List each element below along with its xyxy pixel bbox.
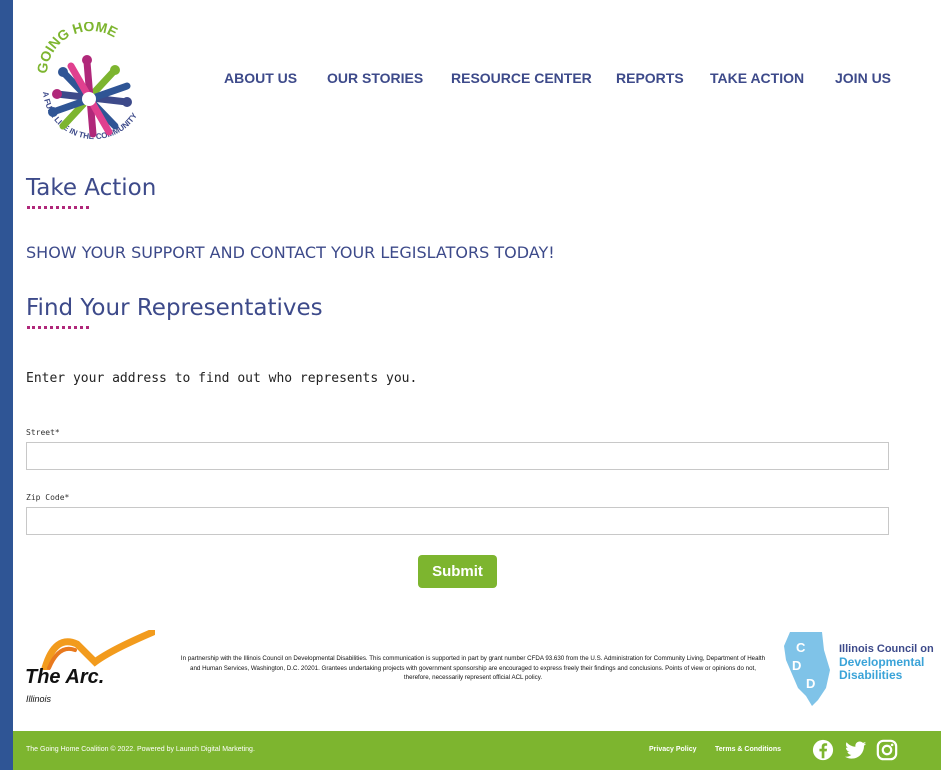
- nav-reports[interactable]: REPORTS: [616, 70, 684, 86]
- section-underline: [27, 326, 89, 329]
- arc-name: The Arc.: [25, 666, 105, 688]
- nav-our-stories[interactable]: OUR STORIES: [327, 70, 423, 86]
- privacy-policy-link[interactable]: Privacy Policy: [649, 746, 696, 753]
- twitter-icon[interactable]: [845, 739, 867, 761]
- page-subtitle: SHOW YOUR SUPPORT AND CONTACT YOUR LEGIS…: [26, 243, 555, 262]
- terms-link[interactable]: Terms & Conditions: [715, 746, 781, 753]
- nav-join-us[interactable]: JOIN US: [835, 70, 891, 86]
- zip-code-label: Zip Code*: [26, 493, 70, 502]
- nav-resource-center[interactable]: RESOURCE CENTER: [451, 70, 592, 86]
- arc-subtitle: Illinois: [26, 694, 52, 704]
- facebook-icon[interactable]: [812, 739, 834, 761]
- page-container: GOING HOME A FULL LIFE IN THE COMMUNITY …: [13, 0, 941, 770]
- illinois-map-icon: C D D: [784, 632, 830, 706]
- section-title: Find Your Representatives: [26, 295, 323, 321]
- logo-top-text: GOING HOME: [34, 22, 120, 74]
- street-label: Street*: [26, 428, 60, 437]
- zip-code-input[interactable]: [26, 507, 889, 535]
- icdd-letter-c: C: [796, 640, 806, 655]
- the-arc-logo[interactable]: The Arc. Illinois: [25, 630, 155, 710]
- street-input[interactable]: [26, 442, 889, 470]
- icdd-letter-d2: D: [806, 676, 815, 691]
- nav-take-action[interactable]: TAKE ACTION: [710, 70, 804, 86]
- title-underline: [27, 206, 89, 209]
- icdd-line-3: Disabilities: [839, 668, 903, 682]
- icdd-logo[interactable]: C D D Illinois Council on Developmental …: [778, 630, 938, 710]
- submit-button[interactable]: Submit: [418, 555, 497, 588]
- arc-swoosh-icon: [41, 630, 155, 670]
- icdd-letter-d1: D: [792, 658, 801, 673]
- site-footer: The Going Home Coalition © 2022. Powered…: [13, 731, 941, 770]
- copyright-text: The Going Home Coalition © 2022. Powered…: [26, 746, 255, 753]
- svg-text:GOING HOME: GOING HOME: [34, 22, 120, 74]
- instagram-icon[interactable]: [876, 739, 898, 761]
- funding-disclaimer: In partnership with the Illinois Council…: [180, 655, 766, 681]
- page-title: Take Action: [26, 175, 157, 201]
- going-home-logo[interactable]: GOING HOME A FULL LIFE IN THE COMMUNITY: [23, 22, 155, 154]
- intro-text: Enter your address to find out who repre…: [26, 371, 418, 386]
- nav-about-us[interactable]: ABOUT US: [224, 70, 297, 86]
